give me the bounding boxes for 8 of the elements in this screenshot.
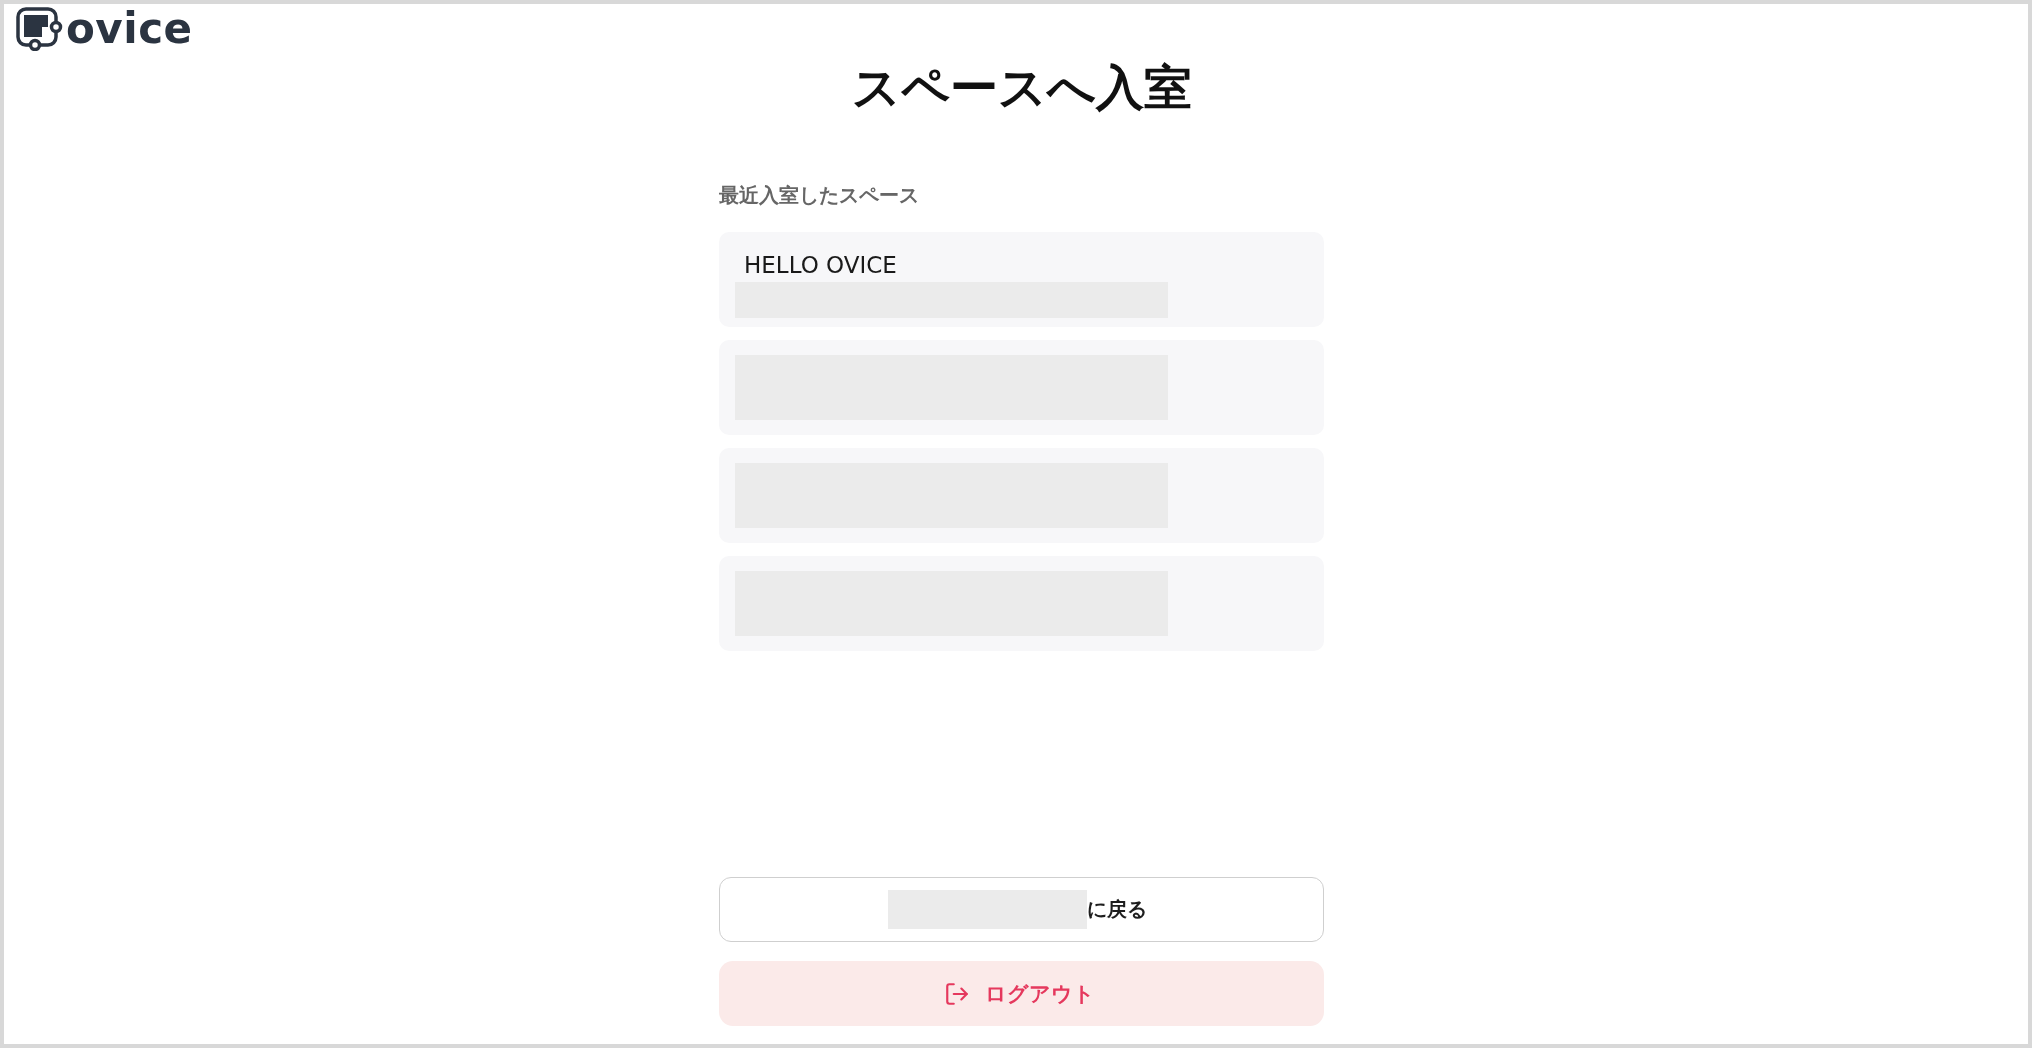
back-button[interactable]: に戻る bbox=[719, 877, 1324, 942]
logout-button[interactable]: ログアウト bbox=[719, 961, 1324, 1026]
logout-icon bbox=[944, 980, 970, 1007]
section-label: 最近入室したスペース bbox=[719, 182, 920, 208]
logo-icon bbox=[16, 6, 63, 51]
logo-text: ovice bbox=[66, 6, 193, 51]
space-card[interactable]: HELLO OVICE bbox=[719, 232, 1324, 327]
page-title: スペースへ入室 bbox=[850, 58, 1193, 117]
